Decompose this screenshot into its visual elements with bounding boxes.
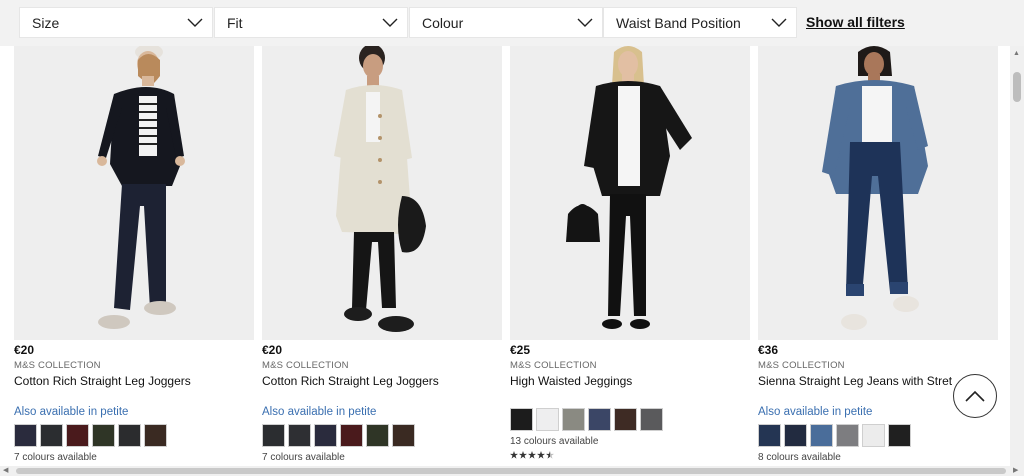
colour-swatches: [14, 424, 167, 447]
product-image[interactable]: [262, 46, 502, 340]
colour-swatch[interactable]: [340, 424, 363, 447]
colour-swatch[interactable]: [92, 424, 115, 447]
product-price: €25: [510, 343, 531, 357]
product-price: €20: [262, 343, 283, 357]
chevron-down-icon: [577, 18, 593, 27]
show-all-filters-link[interactable]: Show all filters: [806, 14, 905, 30]
star-icon: [528, 451, 536, 459]
waist-band-filter-label: Waist Band Position: [616, 14, 741, 31]
colour-swatch[interactable]: [510, 408, 533, 431]
colour-swatch[interactable]: [40, 424, 63, 447]
colour-swatch[interactable]: [562, 408, 585, 431]
colour-swatches: [510, 408, 663, 431]
chevron-down-icon: [382, 18, 398, 27]
back-to-top-button[interactable]: [953, 374, 997, 418]
product-brand: M&S COLLECTION: [510, 360, 597, 371]
star-icon: [510, 451, 518, 459]
half-star-icon: [546, 451, 554, 459]
fit-filter-dropdown[interactable]: Fit: [214, 7, 408, 38]
scroll-right-arrow-icon[interactable]: ▶: [1013, 466, 1018, 474]
colour-swatch[interactable]: [614, 408, 637, 431]
colour-swatch[interactable]: [888, 424, 911, 447]
colour-swatch[interactable]: [14, 424, 37, 447]
petite-availability-link[interactable]: Also available in petite: [14, 406, 128, 418]
product-grid: €20 M&S COLLECTION Cotton Rich Straight …: [0, 46, 1010, 466]
product-price: €36: [758, 343, 779, 357]
colour-swatch[interactable]: [66, 424, 89, 447]
scroll-up-arrow-icon[interactable]: ▲: [1013, 50, 1020, 57]
horizontal-scrollbar[interactable]: ◀ ▶: [0, 466, 1024, 476]
waist-band-filter-dropdown[interactable]: Waist Band Position: [603, 7, 797, 38]
colour-swatches: [262, 424, 415, 447]
colour-swatch[interactable]: [366, 424, 389, 447]
fit-filter-label: Fit: [227, 14, 243, 31]
petite-availability-link[interactable]: Also available in petite: [758, 406, 872, 418]
filter-bar: Size Fit Colour Waist Band Position Show…: [0, 0, 1024, 46]
product-brand: M&S COLLECTION: [758, 360, 845, 371]
petite-availability-link[interactable]: Also available in petite: [262, 406, 376, 418]
colours-available: 7 colours available: [14, 452, 97, 463]
colour-swatch[interactable]: [810, 424, 833, 447]
product-price: €20: [14, 343, 35, 357]
horizontal-scroll-thumb[interactable]: [16, 468, 1006, 474]
colour-swatch[interactable]: [536, 408, 559, 431]
colours-available: 7 colours available: [262, 452, 345, 463]
colour-swatches: [758, 424, 911, 447]
product-title[interactable]: Sienna Straight Leg Jeans with Stret: [758, 374, 952, 388]
colour-swatch[interactable]: [640, 408, 663, 431]
product-title[interactable]: Cotton Rich Straight Leg Joggers: [262, 374, 439, 388]
scroll-left-arrow-icon[interactable]: ◀: [3, 466, 8, 474]
product-image[interactable]: [510, 46, 750, 340]
colour-swatch[interactable]: [392, 424, 415, 447]
product-card: €25 M&S COLLECTION High Waisted Jeggings…: [510, 46, 750, 466]
colour-swatch[interactable]: [862, 424, 885, 447]
colours-available: 13 colours available: [510, 436, 599, 447]
colour-swatch[interactable]: [836, 424, 859, 447]
colour-swatch[interactable]: [288, 424, 311, 447]
colour-swatch[interactable]: [118, 424, 141, 447]
size-filter-label: Size: [32, 14, 60, 31]
chevron-down-icon: [187, 18, 203, 27]
chevron-up-icon: [965, 390, 985, 402]
product-card: €20 M&S COLLECTION Cotton Rich Straight …: [262, 46, 502, 466]
colours-available: 8 colours available: [758, 452, 841, 463]
product-title[interactable]: High Waisted Jeggings: [510, 374, 632, 388]
colour-swatch[interactable]: [784, 424, 807, 447]
product-image[interactable]: [758, 46, 998, 340]
rating-stars: [510, 451, 554, 459]
colour-swatch[interactable]: [758, 424, 781, 447]
product-brand: M&S COLLECTION: [262, 360, 349, 371]
product-title[interactable]: Cotton Rich Straight Leg Joggers: [14, 374, 191, 388]
size-filter-dropdown[interactable]: Size: [19, 7, 213, 38]
chevron-down-icon: [771, 18, 787, 27]
colour-swatch[interactable]: [314, 424, 337, 447]
colour-swatch[interactable]: [588, 408, 611, 431]
colour-filter-label: Colour: [422, 14, 464, 31]
star-icon: [519, 451, 527, 459]
vertical-scrollbar[interactable]: ▲: [1010, 46, 1024, 466]
colour-swatch[interactable]: [262, 424, 285, 447]
colour-swatch[interactable]: [144, 424, 167, 447]
product-card: €20 M&S COLLECTION Cotton Rich Straight …: [14, 46, 254, 466]
vertical-scroll-thumb[interactable]: [1013, 72, 1021, 102]
product-brand: M&S COLLECTION: [14, 360, 101, 371]
star-icon: [537, 451, 545, 459]
colour-filter-dropdown[interactable]: Colour: [409, 7, 603, 38]
product-image[interactable]: [14, 46, 254, 340]
